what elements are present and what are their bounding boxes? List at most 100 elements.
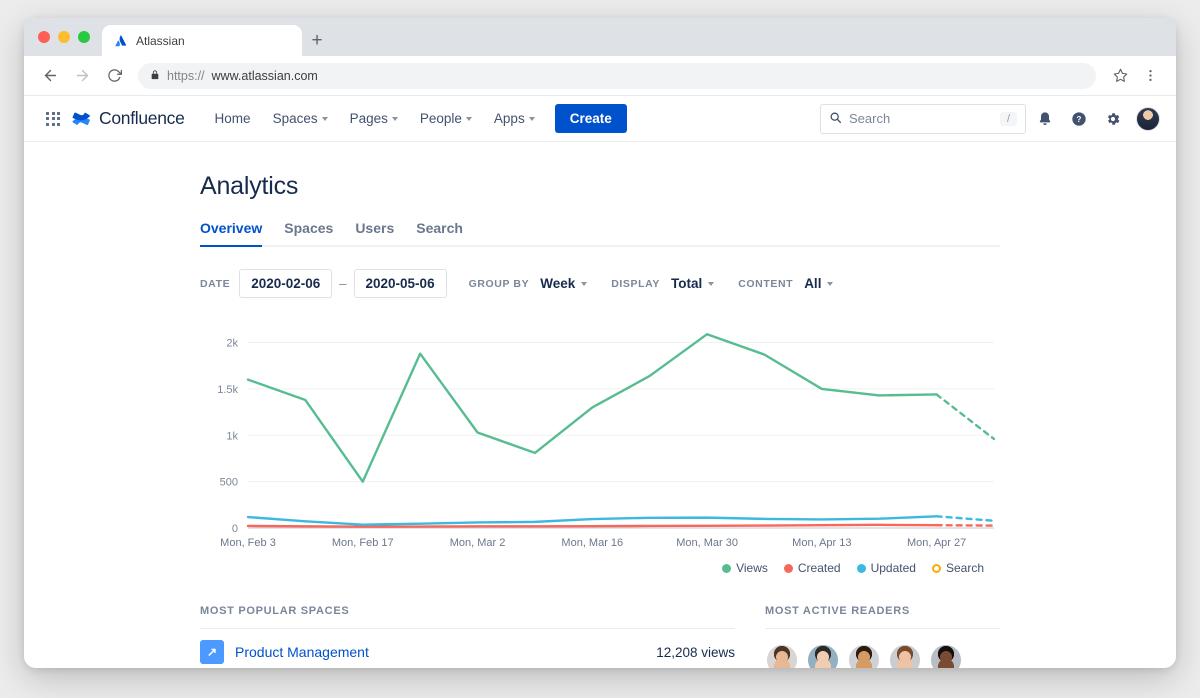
browser-tab-strip: Atlassian + [24, 18, 1176, 56]
legend-item-views[interactable]: Views [722, 561, 768, 575]
reader-avatars [765, 629, 1000, 668]
legend-swatch [784, 564, 793, 573]
svg-text:Mon, Feb 17: Mon, Feb 17 [332, 537, 394, 549]
chevron-down-icon [708, 282, 714, 286]
content-value: All [804, 276, 821, 291]
gear-icon[interactable] [1098, 104, 1128, 134]
space-name-link[interactable]: Product Management [235, 644, 369, 660]
date-to-input[interactable]: 2020-05-06 [354, 269, 447, 298]
group-by-select[interactable]: Week [538, 272, 589, 295]
question-circle-icon[interactable]: ? [1064, 104, 1094, 134]
search-input[interactable]: Search / [820, 104, 1026, 134]
svg-text:Mon, Apr 27: Mon, Apr 27 [907, 537, 966, 549]
search-icon [829, 111, 842, 127]
space-row[interactable]: ↗ Product Management 12,208 views [200, 629, 735, 668]
legend-item-search[interactable]: Search [932, 561, 984, 575]
svg-text:2k: 2k [226, 338, 238, 350]
legend-swatch [932, 564, 941, 573]
analytics-tabs: Overivew Spaces Users Search [200, 220, 1000, 247]
tab-spaces[interactable]: Spaces [284, 220, 333, 245]
tab-search[interactable]: Search [416, 220, 463, 245]
chevron-down-icon [827, 282, 833, 286]
search-placeholder: Search [849, 111, 890, 126]
minimize-window-button[interactable] [58, 31, 70, 43]
reader-avatar-3[interactable] [847, 643, 881, 668]
date-range-separator: – [339, 276, 346, 291]
search-shortcut-badge: / [1000, 112, 1017, 126]
url-scheme: https:// [167, 69, 205, 83]
forward-arrow-icon [68, 62, 96, 90]
svg-text:Mon, Mar 16: Mon, Mar 16 [561, 537, 623, 549]
legend-label: Created [798, 561, 841, 575]
page-title: Analytics [200, 172, 1000, 201]
three-dot-menu-icon[interactable] [1136, 62, 1164, 90]
reader-avatar-5[interactable] [929, 643, 963, 668]
tab-users[interactable]: Users [355, 220, 394, 245]
svg-text:Mon, Feb 3: Mon, Feb 3 [220, 537, 276, 549]
filter-bar: DATE 2020-02-06 – 2020-05-06 GROUP BY We… [200, 269, 1000, 298]
nav-item-label: Spaces [273, 111, 318, 126]
popular-spaces-list: ↗Product Management12,208 views◎Human Re… [200, 629, 735, 668]
nav-item-pages[interactable]: Pages [340, 105, 408, 132]
main-nav-items: Home Spaces Pages People Apps [205, 105, 545, 132]
date-from-input[interactable]: 2020-02-06 [239, 269, 332, 298]
window-traffic-lights [38, 18, 102, 56]
bell-icon[interactable] [1030, 104, 1060, 134]
line-chart-canvas: 05001k1.5k2kMon, Feb 3Mon, Feb 17Mon, Ma… [200, 314, 1000, 554]
confluence-logo[interactable]: Confluence [72, 108, 185, 129]
space-view-count: 12,208 views [656, 645, 735, 660]
bottom-panels: MOST POPULAR SPACES ↗ Product Management 1… [200, 605, 1000, 668]
back-arrow-icon[interactable] [36, 62, 64, 90]
reader-avatar-4[interactable] [888, 643, 922, 668]
user-avatar[interactable] [1136, 107, 1160, 131]
nav-item-spaces[interactable]: Spaces [263, 105, 338, 132]
legend-item-updated[interactable]: Updated [857, 561, 916, 575]
maximize-window-button[interactable] [78, 31, 90, 43]
address-bar[interactable]: https:// www.atlassian.com [138, 63, 1096, 89]
chevron-down-icon [581, 282, 587, 286]
grid-apps-icon[interactable] [40, 106, 66, 132]
browser-tab[interactable]: Atlassian [102, 25, 302, 56]
chevron-down-icon [529, 117, 535, 121]
nav-item-apps[interactable]: Apps [484, 105, 545, 132]
legend-swatch [857, 564, 866, 573]
browser-window: Atlassian + https:// www.atlassian.com [24, 18, 1176, 668]
browser-tab-title: Atlassian [136, 34, 185, 48]
create-button[interactable]: Create [555, 104, 627, 133]
new-tab-button[interactable]: + [302, 25, 332, 56]
display-value: Total [671, 276, 702, 291]
brand-name: Confluence [99, 108, 185, 129]
reader-avatar-2[interactable] [806, 643, 840, 668]
most-active-readers-panel: MOST ACTIVE READERS [765, 605, 1000, 668]
popular-spaces-heading: MOST POPULAR SPACES [200, 605, 735, 629]
close-window-button[interactable] [38, 31, 50, 43]
reader-avatar-1[interactable] [765, 643, 799, 668]
space-icon: ↗ [200, 640, 224, 664]
tab-overview[interactable]: Overivew [200, 220, 262, 245]
svg-text:500: 500 [220, 477, 238, 489]
url-host: www.atlassian.com [212, 69, 318, 83]
legend-item-created[interactable]: Created [784, 561, 841, 575]
reload-icon[interactable] [100, 62, 128, 90]
browser-toolbar: https:// www.atlassian.com [24, 56, 1176, 96]
most-popular-spaces-panel: MOST POPULAR SPACES ↗ Product Management 1… [200, 605, 735, 668]
nav-item-home[interactable]: Home [205, 105, 261, 132]
confluence-mark-icon [72, 109, 92, 129]
display-select[interactable]: Total [669, 272, 716, 295]
chart-legend: Views Created Updated Search [200, 561, 1000, 575]
svg-text:1.5k: 1.5k [217, 384, 238, 396]
legend-label: Views [736, 561, 768, 575]
analytics-page: Analytics Overivew Spaces Users Search D… [24, 142, 1176, 668]
chevron-down-icon [322, 117, 328, 121]
svg-text:?: ? [1077, 115, 1082, 124]
nav-item-people[interactable]: People [410, 105, 482, 132]
date-label: DATE [200, 278, 230, 290]
nav-item-label: Home [215, 111, 251, 126]
svg-text:1k: 1k [226, 430, 238, 442]
atlassian-logo-icon [114, 34, 128, 48]
star-icon[interactable] [1106, 62, 1134, 90]
content-select[interactable]: All [802, 272, 835, 295]
nav-right-actions: Search / ? [820, 104, 1160, 134]
legend-swatch [722, 564, 731, 573]
chevron-down-icon [466, 117, 472, 121]
